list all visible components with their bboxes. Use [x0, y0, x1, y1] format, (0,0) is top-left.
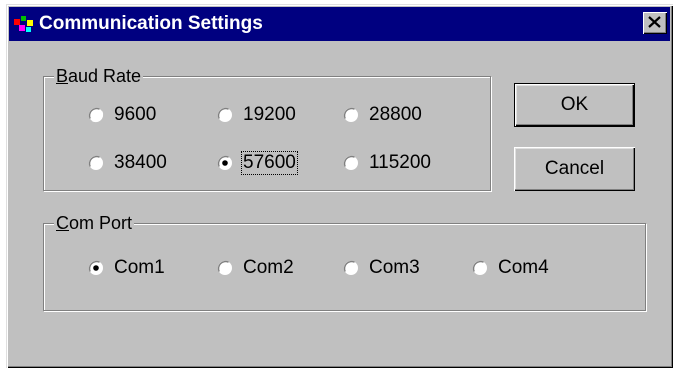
baud-radio-57600[interactable]: 57600 [217, 151, 298, 175]
baud-label-9600: 9600 [114, 104, 157, 125]
close-icon [648, 16, 661, 28]
radio-button-icon [88, 260, 103, 275]
com-port-group-label: Com Port [54, 213, 135, 233]
baud-radio-19200[interactable]: 19200 [217, 103, 297, 127]
close-button[interactable] [643, 12, 667, 34]
radio-button-icon [472, 260, 487, 275]
ok-button[interactable]: OK [514, 83, 635, 127]
app-icon [14, 16, 33, 32]
baud-radio-38400[interactable]: 38400 [88, 151, 168, 175]
baud-rate-group-label: Baud Rate [54, 66, 144, 86]
window-title: Communication Settings [39, 13, 263, 34]
com-label-com4: Com4 [498, 257, 549, 278]
radio-button-icon [88, 155, 103, 170]
radio-button-icon [343, 155, 358, 170]
baud-label-19200: 19200 [243, 104, 296, 125]
baud-label-57600: 57600 [241, 151, 298, 175]
radio-button-icon [217, 155, 232, 170]
radio-button-icon [343, 107, 358, 122]
baud-radio-28800[interactable]: 28800 [343, 103, 423, 127]
radio-button-icon [88, 107, 104, 123]
radio-button-icon [343, 260, 358, 275]
baud-label-28800: 28800 [369, 104, 422, 125]
baud-label-38400: 38400 [114, 152, 167, 173]
com-radio-com3[interactable]: Com3 [343, 256, 421, 280]
com-label-com3: Com3 [369, 257, 420, 278]
com-radio-com4[interactable]: Com4 [472, 256, 550, 280]
cancel-button[interactable]: Cancel [514, 147, 635, 191]
baud-radio-115200[interactable]: 115200 [343, 151, 432, 175]
com-label-com2: Com2 [243, 257, 294, 278]
baud-label-115200: 115200 [369, 152, 431, 173]
com-radio-com2[interactable]: Com2 [217, 256, 295, 280]
radio-button-icon [217, 260, 232, 275]
radio-button-icon [217, 107, 232, 122]
communication-settings-dialog: Communication Settings Baud Rate 9600 19… [6, 4, 673, 368]
com-label-com1: Com1 [114, 257, 165, 278]
baud-radio-9600[interactable]: 9600 [88, 103, 157, 127]
title-bar[interactable]: Communication Settings [9, 7, 670, 41]
com-radio-com1[interactable]: Com1 [88, 256, 166, 280]
